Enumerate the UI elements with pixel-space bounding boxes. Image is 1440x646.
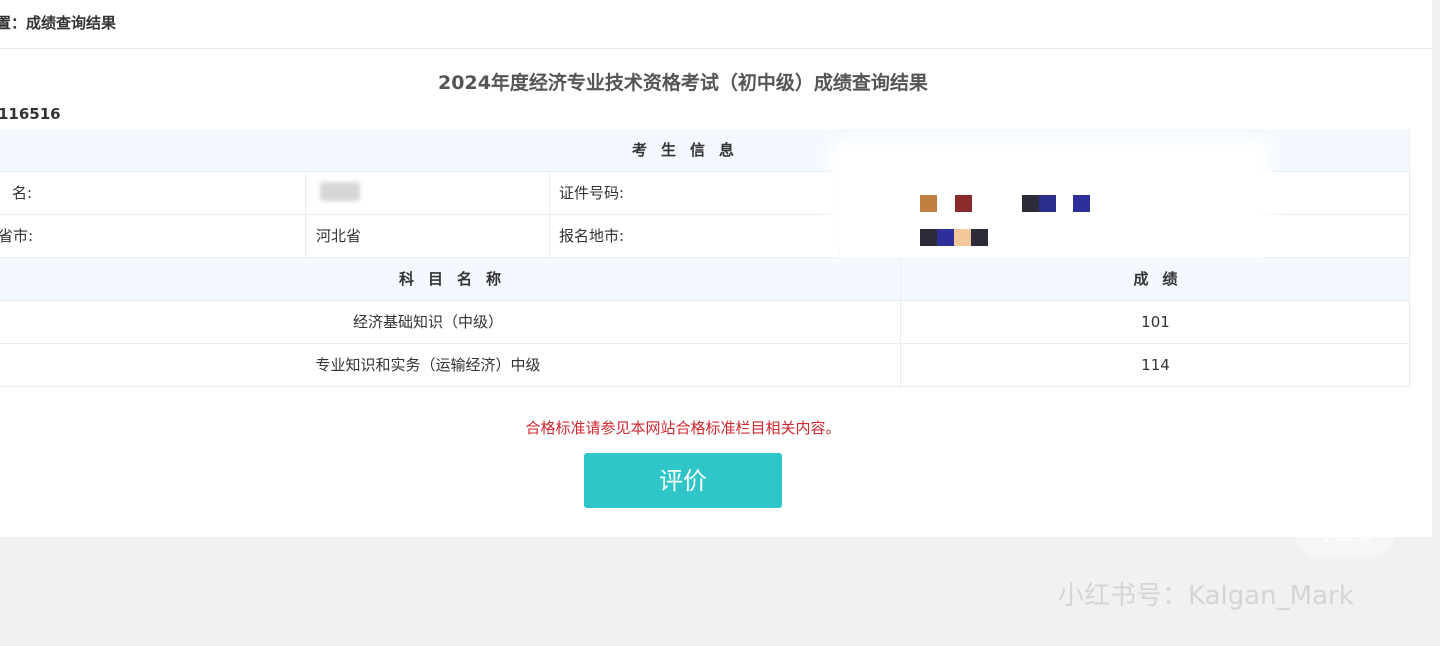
city-redacted-block (954, 229, 971, 246)
subject-score: 101 (1141, 313, 1170, 331)
subject-name: 经济基础知识（中级） (352, 313, 503, 331)
id-label: 证件号码: (559, 184, 625, 202)
name-label: 名: (12, 184, 33, 202)
city-label: 报名地市: (559, 227, 625, 245)
breadcrumb: 置：成绩查询结果 (0, 14, 117, 32)
id-redacted-block (955, 195, 972, 212)
cell-divider (305, 215, 306, 258)
province-value: 河北省 (316, 227, 362, 245)
score-header: 成绩 (1133, 270, 1192, 288)
table-row: 专业知识和实务（运输经济）中级 114 (0, 344, 1410, 387)
page: 置：成绩查询结果 2024年度经济专业技术资格考试（初中级）成绩查询结果 116… (0, 0, 1440, 646)
cell-divider (549, 215, 550, 258)
province-label: 省市: (0, 227, 34, 245)
subject-score: 114 (1141, 356, 1170, 374)
result-card: 置：成绩查询结果 2024年度经济专业技术资格考试（初中级）成绩查询结果 116… (0, 0, 1432, 537)
pass-standard-notice: 合格标准请参见本网站合格标准栏目相关内容。 (525, 419, 841, 437)
subject-name-header: 科目名称 (398, 270, 515, 288)
city-redacted-block (920, 229, 937, 246)
table-row: 经济基础知识（中级） 101 (0, 301, 1410, 344)
watermark-logo: 小红书 (1296, 513, 1394, 557)
name-redacted (320, 182, 360, 201)
serial-number: 116516 (0, 105, 61, 123)
watermark-text: 小红书号：Kalgan_Mark (1058, 581, 1354, 611)
subject-name: 专业知识和实务（运输经济）中级 (315, 356, 541, 374)
id-redacted-block (1022, 195, 1039, 212)
id-redacted-block (920, 195, 937, 212)
city-redacted-block (937, 229, 954, 246)
id-redacted-block (1073, 195, 1090, 212)
scores-header-row: 科目名称 成绩 (0, 258, 1410, 301)
page-title: 2024年度经济专业技术资格考试（初中级）成绩查询结果 (438, 72, 928, 94)
cell-divider (305, 172, 306, 215)
city-redacted-block (971, 229, 988, 246)
table-right-border (1409, 129, 1410, 387)
cell-divider (549, 172, 550, 215)
id-redacted-block (1039, 195, 1056, 212)
divider (0, 48, 1432, 49)
evaluate-button[interactable]: 评价 (584, 453, 782, 508)
